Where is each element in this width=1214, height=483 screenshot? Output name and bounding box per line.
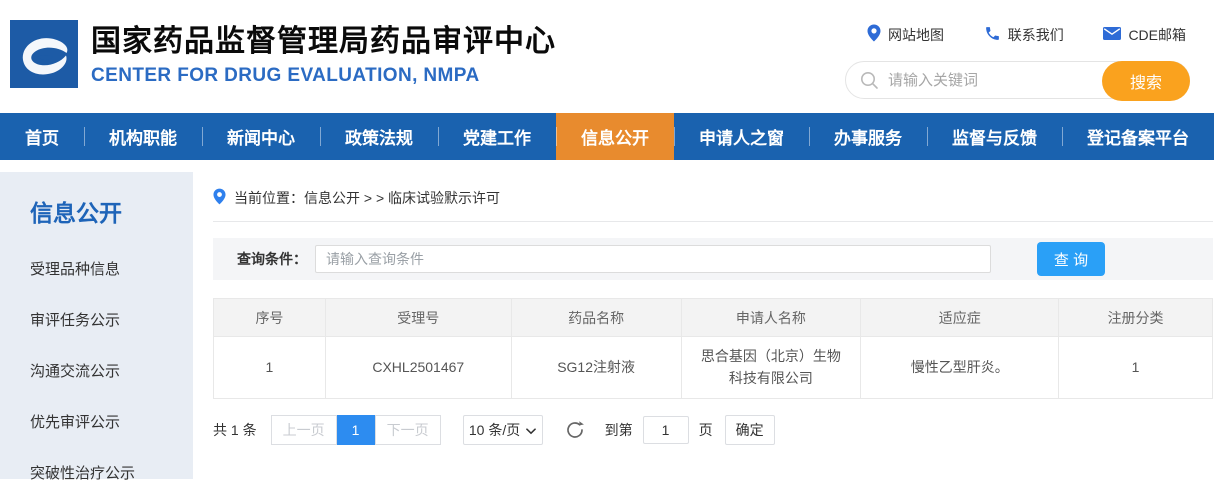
goto-page-label: 到第 [604,422,633,438]
refresh-icon[interactable] [565,420,585,440]
brand-text: 国家药品监督管理局药品审评中心 CENTER FOR DRUG EVALUATI… [91,20,556,87]
cde-mail-link[interactable]: CDE邮箱 [1103,24,1186,45]
cell-indication: 慢性乙型肝炎。 [860,336,1060,399]
contact-us-link[interactable]: 联系我们 [984,24,1064,45]
next-page-button[interactable]: 下一页 [374,415,441,445]
breadcrumb: 当前位置：信息公开 > > 临床试验默示许可 [213,188,1213,222]
location-pin-icon [867,24,881,45]
location-pin-icon [213,188,226,208]
table-header-row: 序号 受理号 药品名称 申请人名称 适应症 注册分类 [213,298,1213,337]
nav-item-policies[interactable]: 政策法规 [320,113,438,160]
col-header-drug-name: 药品名称 [510,298,682,337]
sidebar-item-review-tasks[interactable]: 审评任务公示 [30,309,193,330]
col-header-indication: 适应症 [860,298,1060,337]
cde-swirl-logo-icon [10,20,78,88]
quick-links: 网站地图 联系我们 CDE邮箱 [867,24,1186,45]
cell-drug-name: SG12注射液 [510,336,682,399]
goto-page-unit: 页 [698,422,713,438]
sidebar-item-communication[interactable]: 沟通交流公示 [30,360,193,381]
sidebar-title: 信息公开 [30,200,122,226]
sidebar-item-breakthrough-therapy[interactable]: 突破性治疗公示 [30,462,193,483]
query-panel: 查询条件： 查 询 [213,238,1213,280]
col-header-applicant: 申请人名称 [680,298,862,337]
query-button[interactable]: 查 询 [1037,242,1105,276]
cell-seq: 1 [213,336,326,399]
nav-item-home[interactable]: 首页 [0,113,84,160]
cell-applicant: 思合基因（北京）生物科技有限公司 [680,336,862,399]
page-size-value: 10 条/页 [468,422,521,438]
current-page-button[interactable]: 1 [336,415,375,445]
brand: 国家药品监督管理局药品审评中心 CENTER FOR DRUG EVALUATI… [10,20,556,88]
header-right: 网站地图 联系我们 CDE邮箱 搜索 [845,24,1190,101]
site-map-link[interactable]: 网站地图 [867,24,944,45]
nav-item-org-functions[interactable]: 机构职能 [84,113,202,160]
results-table: 序号 受理号 药品名称 申请人名称 适应症 注册分类 1 CXHL2501467… [213,298,1213,399]
pagination-total: 共 1 条 [213,422,257,438]
envelope-icon [1103,26,1122,43]
search-bar: 搜索 [845,61,1190,101]
site-title: 国家药品监督管理局药品审评中心 [91,25,556,58]
cell-acceptance-no: CXHL2501467 [324,336,512,399]
cell-registration-class: 1 [1058,336,1213,399]
confirm-button[interactable]: 确定 [724,415,775,445]
breadcrumb-text: 当前位置：信息公开 > > 临床试验默示许可 [234,190,501,206]
search-button[interactable]: 搜索 [1102,61,1190,101]
cde-logo[interactable] [10,20,78,88]
site-header: 国家药品监督管理局药品审评中心 CENTER FOR DRUG EVALUATI… [0,0,1214,113]
prev-page-button[interactable]: 上一页 [270,415,337,445]
table-row: 1 CXHL2501467 SG12注射液 思合基因（北京）生物科技有限公司 慢… [213,336,1213,399]
sidebar-item-priority-review[interactable]: 优先审评公示 [30,411,193,432]
cde-mail-label: CDE邮箱 [1128,26,1186,43]
phone-icon [984,25,1001,45]
pagination: 共 1 条 上一页 1 下一页 10 条/页 到第 页 确定 [213,415,1213,445]
nav-item-news-center[interactable]: 新闻中心 [202,113,320,160]
nav-item-party-building[interactable]: 党建工作 [438,113,556,160]
nav-item-services[interactable]: 办事服务 [809,113,927,160]
site-map-label: 网站地图 [888,26,944,43]
col-header-registration-class: 注册分类 [1058,298,1213,337]
content: 信息公开 受理品种信息 审评任务公示 沟通交流公示 优先审评公示 突破性治疗公示… [0,160,1214,482]
nav-item-registration-platform[interactable]: 登记备案平台 [1062,113,1214,160]
nav-item-supervision-feedback[interactable]: 监督与反馈 [927,113,1062,160]
search-input[interactable] [888,71,1099,89]
query-condition-label: 查询条件： [237,251,307,267]
chevron-down-icon [526,422,537,438]
page-size-select[interactable]: 10 条/页 [462,415,543,445]
nav-item-info-disclosure[interactable]: 信息公开 [556,113,674,160]
col-header-seq: 序号 [213,298,326,337]
main-nav: 首页 机构职能 新闻中心 政策法规 党建工作 信息公开 申请人之窗 办事服务 监… [0,113,1214,160]
nav-item-applicant-window[interactable]: 申请人之窗 [674,113,809,160]
query-condition-input[interactable] [315,245,991,273]
main-panel: 当前位置：信息公开 > > 临床试验默示许可 查询条件： 查 询 序号 受理号 … [193,160,1214,479]
sidebar: 信息公开 受理品种信息 审评任务公示 沟通交流公示 优先审评公示 突破性治疗公示 [0,172,193,482]
col-header-acceptance-no: 受理号 [324,298,512,337]
goto-page-input[interactable] [642,416,689,444]
contact-us-label: 联系我们 [1007,26,1064,43]
sidebar-item-accepted-varieties[interactable]: 受理品种信息 [30,258,193,279]
site-subtitle: CENTER FOR DRUG EVALUATION, NMPA [91,65,480,86]
magnifier-icon [860,71,879,90]
